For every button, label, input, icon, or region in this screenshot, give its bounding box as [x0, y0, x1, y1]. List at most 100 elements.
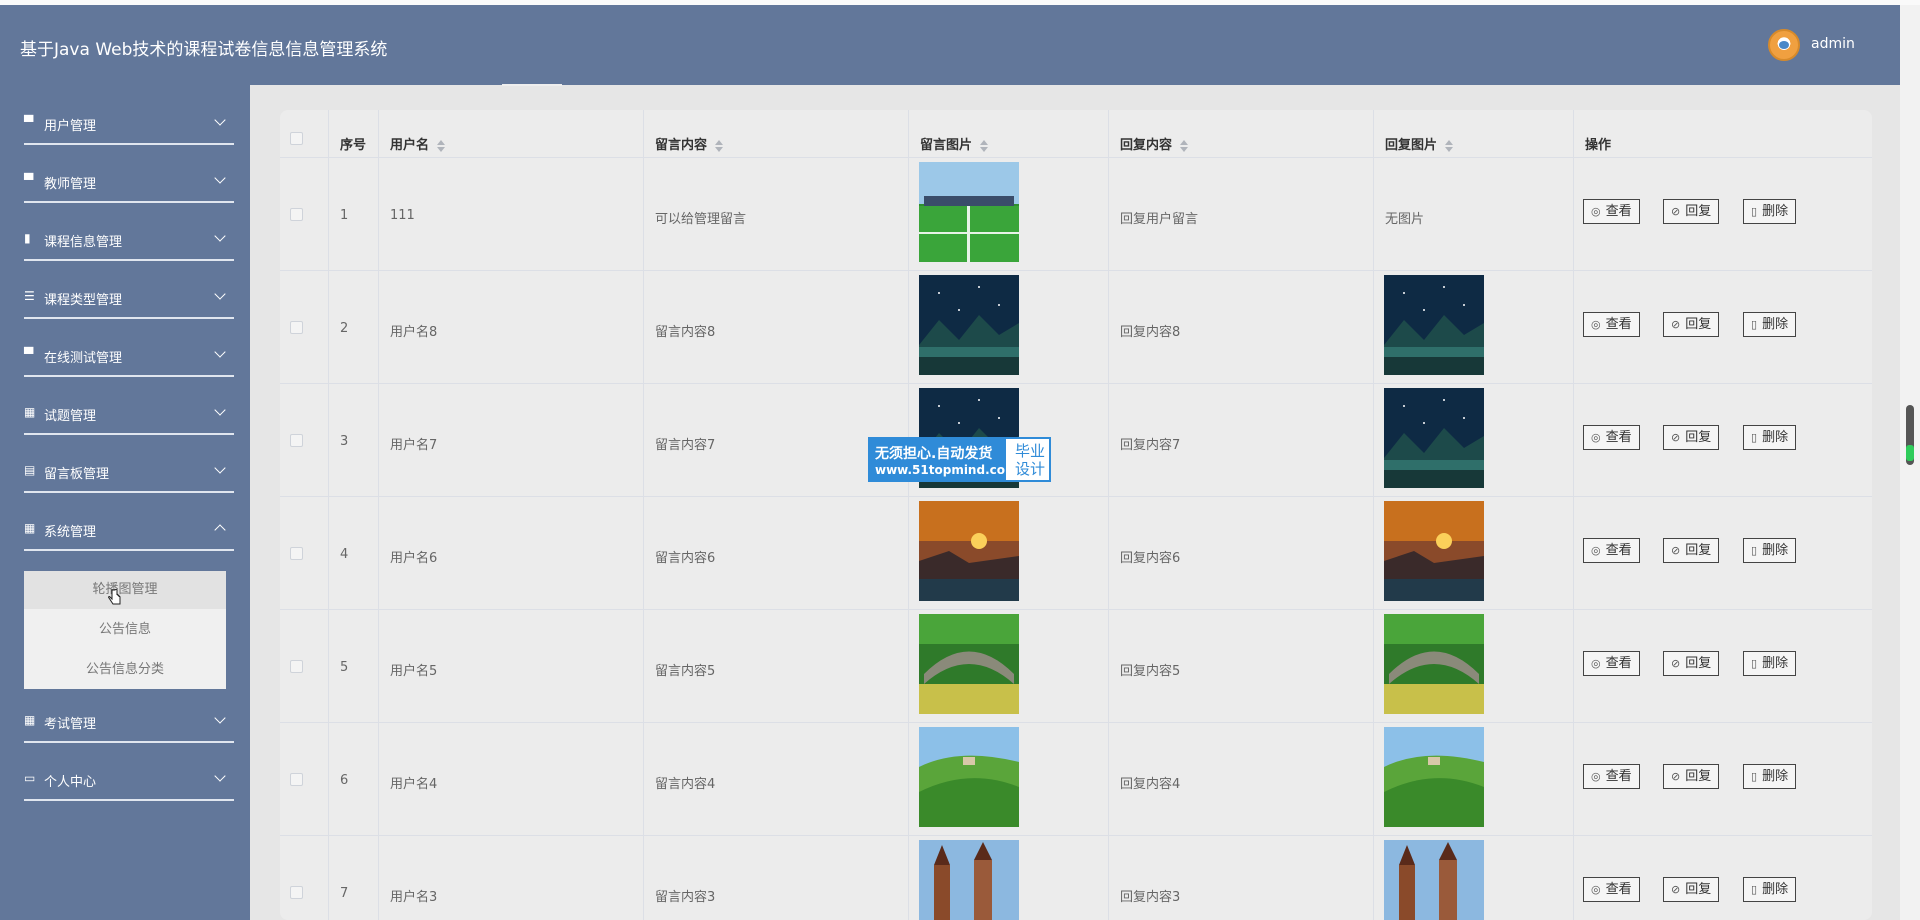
reply-button[interactable]: ⊘ 回复 [1663, 312, 1720, 337]
row-checkbox[interactable] [290, 434, 303, 447]
row-checkbox[interactable] [290, 547, 303, 560]
sidebar-item[interactable]: ▭ 个人中心 [24, 759, 234, 801]
message-image[interactable] [919, 501, 1019, 601]
button-label: 删除 [1762, 543, 1789, 558]
button-label: 删除 [1762, 656, 1789, 671]
row-checkbox[interactable] [290, 321, 303, 334]
watermark-line2: www.51topmind.com [875, 463, 1018, 477]
check-circle-icon: ⊘ [1671, 544, 1681, 557]
sort-icon[interactable] [980, 139, 989, 152]
sort-icon[interactable] [715, 139, 724, 152]
sidebar-item[interactable]: ▤ 留言板管理 [24, 451, 234, 493]
monitor-icon: ▀ [24, 115, 34, 129]
bar-chart-icon: ▮ [24, 231, 31, 245]
column-header-label: 回复内容 [1120, 138, 1173, 153]
reply-image[interactable] [1384, 840, 1484, 920]
delete-button[interactable]: ▯ 删除 [1743, 199, 1797, 224]
eye-icon: ◎ [1591, 205, 1601, 218]
username[interactable]: admin [1811, 36, 1855, 52]
avatar[interactable] [1768, 29, 1800, 61]
delete-button[interactable]: ▯ 删除 [1743, 538, 1797, 563]
check-circle-icon: ⊘ [1671, 770, 1681, 783]
view-button[interactable]: ◎ 查看 [1583, 877, 1640, 902]
message-image[interactable] [919, 614, 1019, 714]
delete-button[interactable]: ▯ 删除 [1743, 425, 1797, 450]
message-image[interactable] [919, 727, 1019, 827]
sidebar-item-label: 系统管理 [44, 525, 97, 540]
delete-button[interactable]: ▯ 删除 [1743, 877, 1797, 902]
sidebar-divider [24, 549, 234, 551]
reply-button[interactable]: ⊘ 回复 [1663, 877, 1720, 902]
sort-icon[interactable] [1180, 139, 1189, 152]
cell-message: 留言内容3 [655, 890, 716, 905]
sidebar-item[interactable]: ▀ 教师管理 [24, 161, 234, 203]
sidebar-item[interactable]: ☰ 课程类型管理 [24, 277, 234, 319]
column-header[interactable]: 留言内容 [655, 134, 724, 153]
sidebar-item[interactable]: ▦ 系统管理 [24, 509, 234, 551]
page-scrollbar[interactable] [1900, 5, 1920, 920]
button-label: 查看 [1605, 656, 1632, 671]
view-button[interactable]: ◎ 查看 [1583, 538, 1640, 563]
sidebar-item-label: 个人中心 [44, 775, 97, 790]
check-circle-icon: ⊘ [1671, 883, 1681, 896]
message-image[interactable] [919, 162, 1019, 262]
row-checkbox[interactable] [290, 773, 303, 786]
trash-icon: ▯ [1751, 883, 1758, 896]
button-label: 删除 [1762, 317, 1789, 332]
view-button[interactable]: ◎ 查看 [1583, 199, 1640, 224]
sort-icon[interactable] [1445, 139, 1454, 152]
select-all-checkbox[interactable] [290, 132, 303, 145]
chevron-down-icon [214, 288, 226, 300]
row-checkbox[interactable] [290, 208, 303, 221]
sort-icon[interactable] [437, 139, 446, 152]
sidebar-item[interactable]: ▦ 考试管理 [24, 701, 234, 743]
reply-button[interactable]: ⊘ 回复 [1663, 764, 1720, 789]
row-checkbox[interactable] [290, 886, 303, 899]
cell-reply: 回复内容3 [1120, 890, 1181, 905]
cell-username: 用户名8 [390, 325, 438, 340]
column-header-label: 序号 [340, 138, 367, 153]
column-header[interactable]: 回复图片 [1385, 134, 1454, 153]
view-button[interactable]: ◎ 查看 [1583, 312, 1640, 337]
sidebar-item[interactable]: ▦ 试题管理 [24, 393, 234, 435]
cell-message: 留言内容8 [655, 325, 716, 340]
scrollbar-thumb[interactable] [1906, 405, 1914, 465]
delete-button[interactable]: ▯ 删除 [1743, 764, 1797, 789]
column-header[interactable]: 回复内容 [1120, 134, 1189, 153]
eye-icon: ◎ [1591, 657, 1601, 670]
sidebar-divider [24, 433, 234, 435]
reply-button[interactable]: ⊘ 回复 [1663, 425, 1720, 450]
reply-image[interactable] [1384, 275, 1484, 375]
view-button[interactable]: ◎ 查看 [1583, 425, 1640, 450]
sidebar-item[interactable]: ▀ 在线测试管理 [24, 335, 234, 377]
view-button[interactable]: ◎ 查看 [1583, 651, 1640, 676]
eye-icon: ◎ [1591, 431, 1601, 444]
reply-button[interactable]: ⊘ 回复 [1663, 538, 1720, 563]
column-header[interactable]: 留言图片 [920, 134, 989, 153]
reply-image[interactable] [1384, 727, 1484, 827]
chevron-down-icon [214, 462, 226, 474]
delete-button[interactable]: ▯ 删除 [1743, 651, 1797, 676]
submenu-item[interactable]: 公告信息 [24, 611, 226, 649]
message-image[interactable] [919, 840, 1019, 920]
submenu-item[interactable]: 公告信息分类 [24, 651, 226, 689]
reply-image[interactable] [1384, 501, 1484, 601]
column-header[interactable]: 用户名 [390, 134, 446, 153]
reply-button[interactable]: ⊘ 回复 [1663, 199, 1720, 224]
sidebar-item-label: 用户管理 [44, 119, 97, 134]
trash-icon: ▯ [1751, 657, 1758, 670]
reply-image[interactable] [1384, 388, 1484, 488]
reply-button[interactable]: ⊘ 回复 [1663, 651, 1720, 676]
cell-reply: 回复用户留言 [1120, 212, 1199, 227]
sidebar-divider [24, 317, 234, 319]
desk-icon: ▀ [24, 173, 34, 187]
reply-image[interactable] [1384, 614, 1484, 714]
sidebar-item[interactable]: ▀ 用户管理 [24, 103, 234, 145]
delete-button[interactable]: ▯ 删除 [1743, 312, 1797, 337]
submenu-item[interactable]: 轮播图管理 [24, 571, 226, 609]
button-label: 删除 [1762, 882, 1789, 897]
row-checkbox[interactable] [290, 660, 303, 673]
message-image[interactable] [919, 275, 1019, 375]
sidebar-item[interactable]: ▮ 课程信息管理 [24, 219, 234, 261]
view-button[interactable]: ◎ 查看 [1583, 764, 1640, 789]
